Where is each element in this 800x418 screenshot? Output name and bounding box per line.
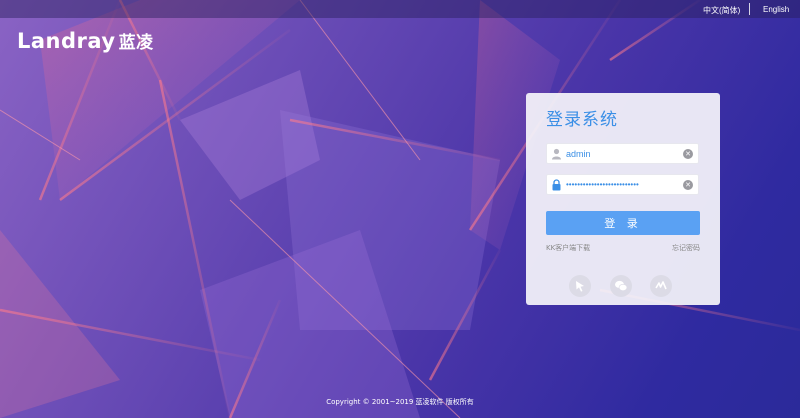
username-field[interactable]: ✕ [546, 143, 699, 164]
logo-text-en: Landray [17, 29, 116, 53]
landray-logo: Landray 蓝凌 [17, 28, 154, 53]
cursor-login-button[interactable] [569, 275, 591, 297]
cursor-icon [576, 281, 584, 292]
login-panel: 登录系统 ✕ ✕ 登 录 KK客户端下载 忘记密码 [526, 93, 720, 305]
wechat-login-button[interactable] [610, 275, 632, 297]
lock-icon [552, 179, 561, 191]
dingtalk-login-button[interactable] [650, 275, 672, 297]
top-bar: 中文(简体) English [0, 0, 800, 18]
forgot-password-link[interactable]: 忘记密码 [672, 243, 700, 253]
user-icon [552, 148, 561, 160]
clear-username-icon[interactable]: ✕ [683, 149, 693, 159]
username-input[interactable] [566, 146, 681, 161]
wechat-icon [615, 280, 628, 292]
language-english-link[interactable]: English [763, 5, 789, 14]
clear-password-icon[interactable]: ✕ [683, 180, 693, 190]
dingtalk-icon [655, 281, 667, 290]
kk-client-download-link[interactable]: KK客户端下载 [546, 243, 590, 253]
logo-text-cn: 蓝凌 [118, 33, 154, 53]
password-field[interactable]: ✕ [546, 174, 699, 195]
copyright-text: Copyright © 2001~2019 蓝凌软件 版权所有 [326, 398, 474, 406]
language-chinese-link[interactable]: 中文(简体) [703, 5, 740, 16]
password-input[interactable] [566, 177, 681, 192]
language-divider [749, 3, 750, 15]
login-title: 登录系统 [546, 110, 618, 130]
login-button[interactable]: 登 录 [546, 211, 700, 235]
